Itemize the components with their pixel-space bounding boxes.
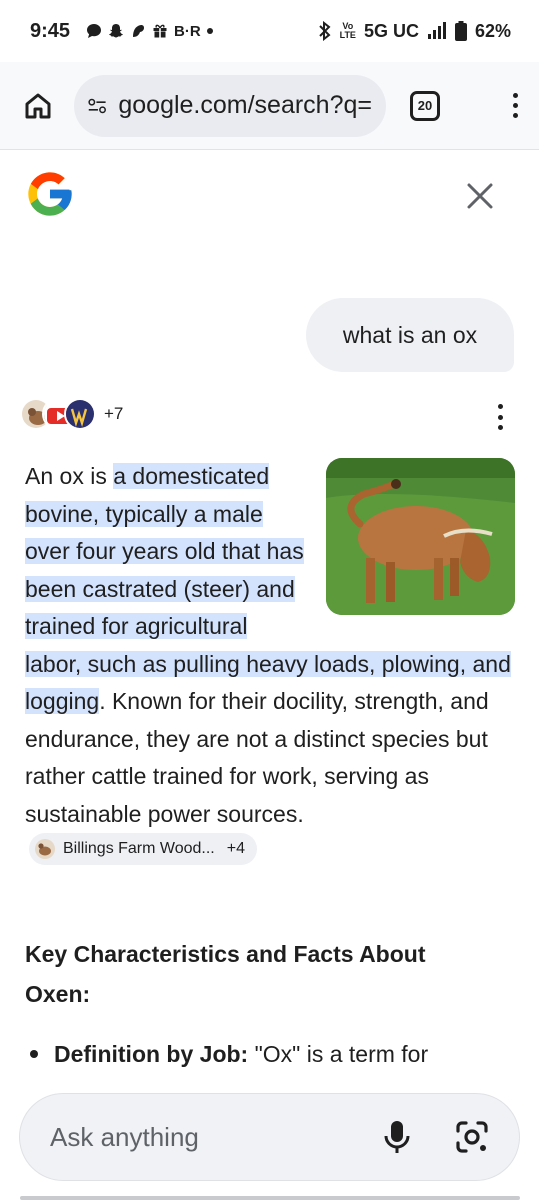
url-text: google.com/search?q= bbox=[118, 91, 372, 119]
site-settings-icon[interactable] bbox=[88, 95, 106, 117]
source-avatar-wiki bbox=[64, 398, 96, 430]
section-heading: Key Characteristics and Facts About Oxen… bbox=[25, 941, 426, 1007]
gesture-bar bbox=[20, 1196, 520, 1200]
close-icon[interactable] bbox=[464, 180, 496, 212]
ox-image[interactable] bbox=[326, 458, 515, 615]
source-more-count: +7 bbox=[104, 404, 124, 423]
tab-switcher-button[interactable]: 20 bbox=[410, 90, 440, 121]
browser-toolbar: google.com/search?q= 20 bbox=[0, 62, 539, 150]
browser-menu-button[interactable] bbox=[503, 88, 527, 124]
source-chip-label: Billings Farm Wood... bbox=[63, 840, 215, 857]
carrier-badge: B·R bbox=[174, 22, 201, 40]
answer-intro: An ox is bbox=[25, 463, 114, 489]
answer-more-options-button[interactable] bbox=[492, 404, 508, 430]
list-item: Definition by Job: "Ox" is a term for bbox=[30, 1036, 510, 1072]
snapchat-notification-icon bbox=[109, 24, 124, 38]
status-bar: 9:45 B·R Vo LTE 5G UC 62% bbox=[0, 0, 539, 62]
source-chip[interactable]: Billings Farm Wood... +4 bbox=[29, 833, 257, 865]
signal-icon bbox=[427, 22, 446, 39]
google-lens-icon[interactable] bbox=[455, 1120, 489, 1154]
bullet-dot bbox=[30, 1050, 38, 1058]
microphone-icon[interactable] bbox=[383, 1119, 411, 1155]
source-avatars[interactable]: +7 bbox=[20, 398, 123, 430]
chat-notification-icon bbox=[87, 24, 102, 38]
google-logo-icon bbox=[28, 172, 72, 216]
gift-notification-icon bbox=[153, 24, 167, 38]
battery-level: 62% bbox=[474, 20, 511, 41]
home-button[interactable] bbox=[20, 88, 56, 124]
battery-icon bbox=[454, 21, 467, 41]
source-chip-count: +4 bbox=[226, 840, 245, 857]
bullet-term: Definition by Job: bbox=[54, 1041, 249, 1067]
bluetooth-icon bbox=[318, 21, 331, 41]
more-notifications-dot bbox=[206, 28, 213, 34]
user-query-bubble: what is an ox bbox=[306, 298, 514, 372]
ai-answer: An ox is a domesticated bovine, typicall… bbox=[25, 458, 515, 874]
volte-indicator: Vo LTE bbox=[339, 21, 356, 40]
bullet-text: "Ox" is a term for bbox=[248, 1041, 429, 1067]
app-notification-icon bbox=[133, 25, 145, 37]
status-time: 9:45 bbox=[30, 19, 71, 42]
address-bar[interactable]: google.com/search?q= bbox=[74, 74, 386, 137]
ask-input-bar[interactable]: Ask anything bbox=[19, 1093, 520, 1181]
billings-farm-icon bbox=[35, 839, 55, 859]
network-type: 5G UC bbox=[363, 20, 419, 41]
ask-input[interactable]: Ask anything bbox=[50, 1122, 199, 1153]
home-icon bbox=[25, 93, 51, 118]
